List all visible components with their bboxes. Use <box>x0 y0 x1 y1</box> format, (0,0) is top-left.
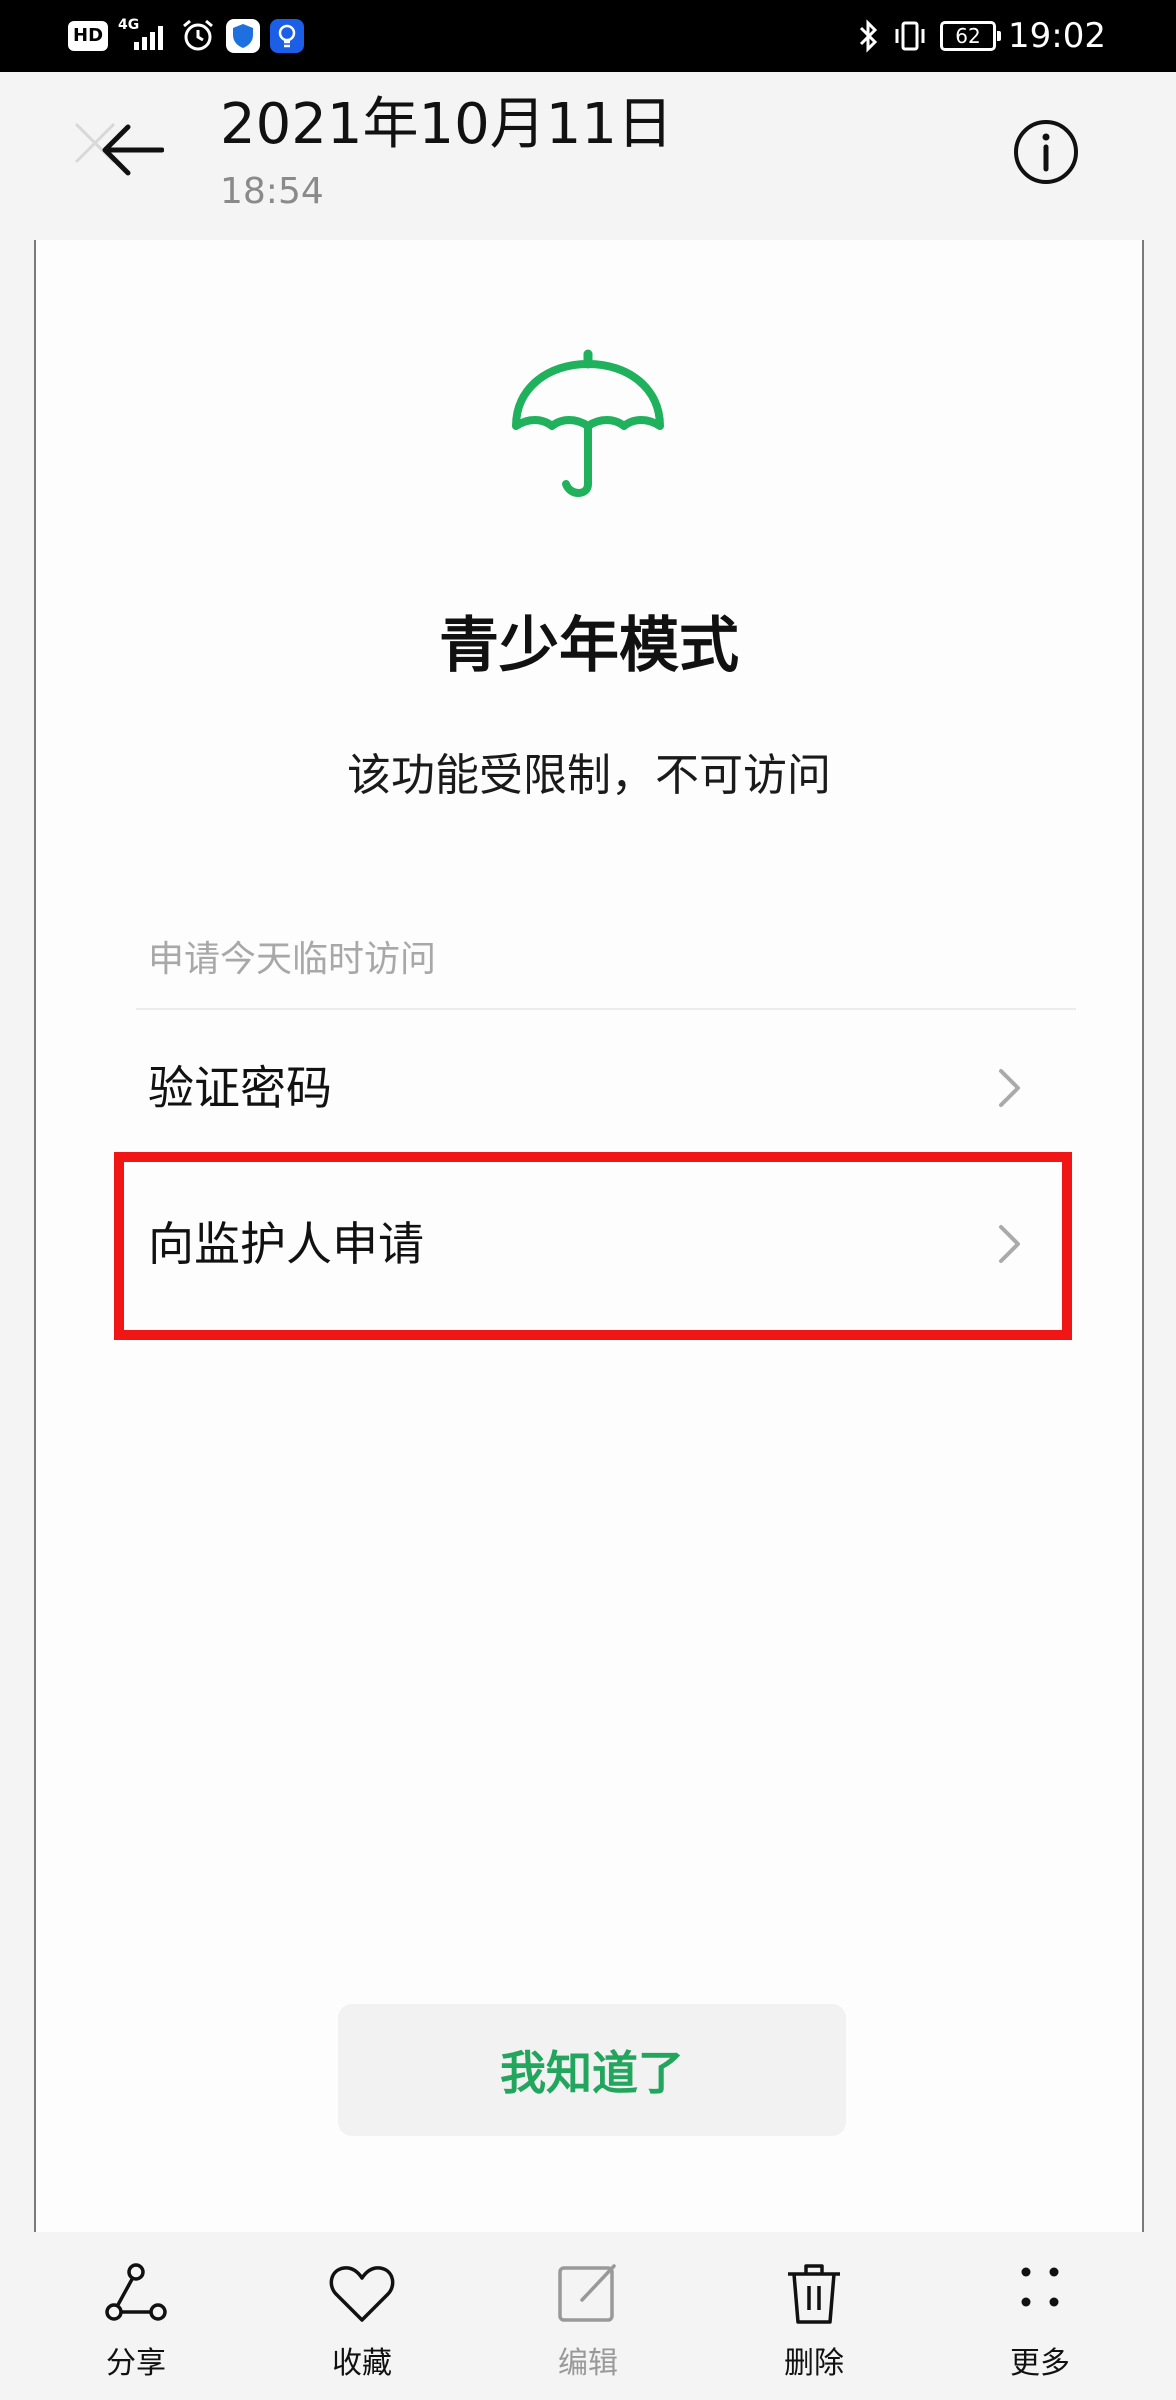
heart-icon <box>329 2266 395 2322</box>
bluetooth-icon <box>858 18 880 54</box>
trash-icon <box>788 2264 840 2324</box>
edit-icon <box>558 2264 616 2322</box>
more-dots-icon <box>1021 2267 1059 2307</box>
info-button[interactable] <box>1008 114 1084 190</box>
delete-label: 删除 <box>784 2346 844 2381</box>
chevron-right-icon <box>999 1069 1020 1107</box>
mode-title: 青少年模式 <box>439 611 739 681</box>
edit-label: 编辑 <box>558 2346 618 2381</box>
divider <box>136 1008 1076 1010</box>
back-button[interactable] <box>94 112 170 188</box>
mode-description: 该功能受限制，不可访问 <box>347 750 831 801</box>
got-it-button[interactable]: 我知道了 <box>338 2004 846 2136</box>
edit-button[interactable]: 编辑 <box>508 2232 668 2400</box>
share-icon <box>105 2263 167 2321</box>
share-button[interactable]: 分享 <box>56 2232 216 2400</box>
cellular-signal-icon: 4G <box>118 18 170 54</box>
alarm-icon <box>180 18 216 54</box>
highlight-box <box>114 1152 1072 1340</box>
arrow-left-icon <box>102 124 164 176</box>
more-button[interactable]: 更多 <box>960 2232 1120 2400</box>
favorite-label: 收藏 <box>332 2346 392 2381</box>
status-time: 19:02 <box>1008 16 1106 56</box>
status-bar: HD 4G 62 19:02 <box>0 0 1176 72</box>
info-circle-icon <box>1014 120 1078 184</box>
shield-app-icon <box>226 19 261 53</box>
lightbulb-app-icon <box>270 19 305 53</box>
screenshot-image: 青少年模式 该功能受限制，不可访问 申请今天临时访问 验证密码 向监护人申请 我… <box>34 240 1144 2232</box>
vibrate-icon <box>892 18 928 54</box>
verify-password-label: 验证密码 <box>148 1061 332 1115</box>
bottom-toolbar: 分享 收藏 编辑 删除 更多 <box>34 2232 1144 2400</box>
battery-level: 62 <box>955 24 981 48</box>
delete-button[interactable]: 删除 <box>734 2232 894 2400</box>
share-label: 分享 <box>106 2346 166 2381</box>
verify-password-item[interactable]: 验证密码 <box>136 1028 1076 1148</box>
umbrella-icon <box>512 349 664 497</box>
section-label: 申请今天临时访问 <box>148 939 437 980</box>
favorite-button[interactable]: 收藏 <box>282 2232 442 2400</box>
more-label: 更多 <box>1010 2346 1070 2381</box>
battery-icon: 62 <box>940 21 1002 51</box>
page-title: 2021年10月11日 <box>220 92 674 157</box>
page-subtitle: 18:54 <box>220 171 324 212</box>
header: 2021年10月11日 18:54 <box>34 72 1144 240</box>
hd-badge: HD <box>68 21 109 51</box>
